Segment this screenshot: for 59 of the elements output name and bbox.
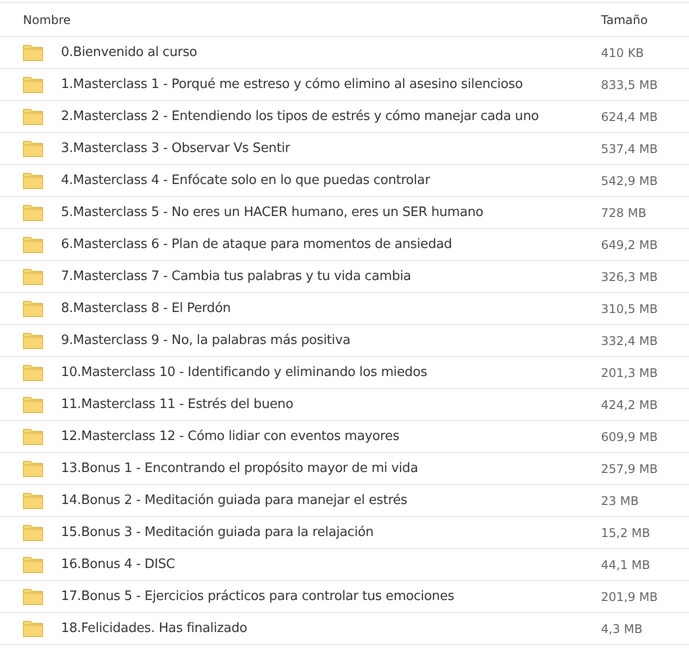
file-size: 537,4 MB bbox=[600, 140, 658, 158]
file-size: 728 MB bbox=[600, 204, 646, 222]
file-size: 310,5 MB bbox=[600, 300, 658, 318]
file-size: 201,9 MB bbox=[600, 588, 658, 606]
folder-name[interactable]: 6.Masterclass 6 - Plan de ataque para momentos de ansiedad bbox=[61, 234, 452, 254]
folder-icon bbox=[23, 620, 43, 637]
folder-icon bbox=[23, 76, 43, 93]
file-size: 410 KB bbox=[600, 44, 644, 62]
folder-icon bbox=[23, 492, 43, 509]
folder-name[interactable]: 10.Masterclass 10 - Identificando y eliminando los miedos bbox=[61, 362, 428, 382]
folder-name[interactable]: 15.Bonus 3 - Meditación guiada para la relajación bbox=[61, 522, 374, 542]
folder-name[interactable]: 0.Bienvenido al curso bbox=[61, 42, 198, 62]
file-size: 257,9 MB bbox=[600, 460, 658, 478]
folder-icon bbox=[23, 524, 43, 541]
folder-icon bbox=[23, 44, 43, 61]
file-size: 326,3 MB bbox=[600, 268, 658, 286]
folder-name[interactable]: 7.Masterclass 7 - Cambia tus palabras y tu vida cambia bbox=[61, 266, 412, 286]
folder-name[interactable]: 18.Felicidades. Has finalizado bbox=[61, 618, 248, 638]
folder-icon bbox=[23, 588, 43, 605]
folder-icon bbox=[23, 108, 43, 125]
file-size: 4,3 MB bbox=[600, 620, 642, 638]
folder-icon bbox=[23, 364, 43, 381]
folder-name[interactable]: 8.Masterclass 8 - El Perdón bbox=[61, 298, 231, 318]
folder-name[interactable]: 16.Bonus 4 - DISC bbox=[61, 554, 175, 574]
folder-icon bbox=[23, 268, 43, 285]
column-header[interactable]: Nombre bbox=[0, 10, 578, 28]
file-size: 23 MB bbox=[600, 492, 639, 510]
folder-icon bbox=[23, 172, 43, 189]
file-size: 624,4 MB bbox=[600, 108, 658, 126]
folder-name[interactable]: 9.Masterclass 9 - No, la palabras más positiva bbox=[61, 330, 350, 350]
folder-icon bbox=[23, 236, 43, 253]
file-size: 44,1 MB bbox=[600, 556, 650, 574]
folder-icon bbox=[23, 332, 43, 349]
folder-icon bbox=[23, 140, 43, 157]
folder-name[interactable]: 12.Masterclass 12 - Cómo lidiar con eventos mayores bbox=[61, 426, 400, 446]
file-size: 15,2 MB bbox=[600, 524, 650, 542]
file-size: 833,5 MB bbox=[600, 76, 658, 94]
file-size: 649,2 MB bbox=[600, 236, 658, 254]
folder-name[interactable]: 2.Masterclass 2 - Entendiendo los tipos de estrés y cómo manejar cada uno bbox=[61, 106, 539, 126]
folder-name[interactable]: 14.Bonus 2 - Meditación guiada para manejar el estrés bbox=[61, 490, 408, 510]
file-size: 201,3 MB bbox=[600, 364, 658, 382]
folder-icon bbox=[23, 556, 43, 573]
folder-icon bbox=[23, 300, 43, 317]
folder-name[interactable]: 3.Masterclass 3 - Observar Vs Sentir bbox=[61, 138, 290, 158]
file-size: 609,9 MB bbox=[600, 428, 658, 446]
folder-name[interactable]: 13.Bonus 1 - Encontrando el propósito mayor de mi vida bbox=[61, 458, 418, 478]
file-size: 542,9 MB bbox=[600, 172, 658, 190]
folder-icon bbox=[23, 428, 43, 445]
folder-name[interactable]: 5.Masterclass 5 - No eres un HACER humano, eres un SER humano bbox=[61, 202, 484, 222]
folder-icon bbox=[23, 204, 43, 221]
folder-icon bbox=[23, 396, 43, 413]
folder-icon bbox=[23, 460, 43, 477]
folder-name[interactable]: 1.Masterclass 1 - Porqué me estreso y cómo elimino al asesino silencioso bbox=[61, 74, 523, 94]
file-size: 332,4 MB bbox=[600, 332, 658, 350]
file-size: 424,2 MB bbox=[600, 396, 658, 414]
folder-name[interactable]: 4.Masterclass 4 - Enfócate solo en lo que puedas controlar bbox=[61, 170, 430, 190]
folder-name[interactable]: 17.Bonus 5 - Ejercicios prácticos para controlar tus emociones bbox=[61, 586, 454, 606]
folder-name[interactable]: 11.Masterclass 11 - Estrés del bueno bbox=[61, 394, 294, 414]
column-header[interactable]: Tamaño bbox=[578, 10, 648, 28]
